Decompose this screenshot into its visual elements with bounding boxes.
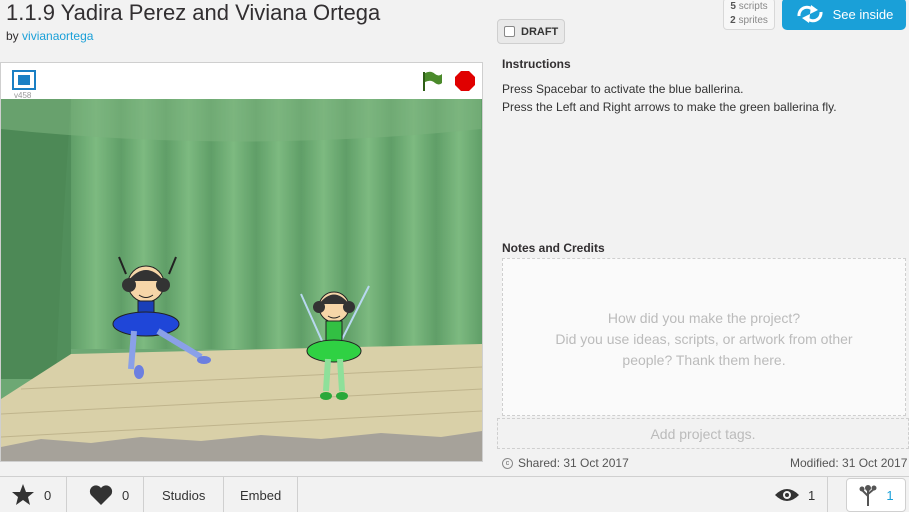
heart-icon bbox=[89, 485, 113, 505]
project-player: v458 bbox=[0, 62, 483, 462]
project-footer: 0 0 Studios Embed 1 1 bbox=[0, 476, 909, 512]
project-header: 1.1.9 Yadira Perez and Viviana Ortega by… bbox=[0, 0, 909, 48]
scripts-label: scripts bbox=[738, 1, 768, 12]
eye-icon bbox=[775, 489, 799, 501]
instructions-line: Press Spacebar to activate the blue ball… bbox=[502, 82, 744, 96]
loves-count: 0 bbox=[122, 487, 130, 503]
shared-label: Shared: 31 Oct 2017 bbox=[518, 456, 629, 470]
draft-badge[interactable]: DRAFT bbox=[497, 19, 565, 44]
remix-arrows-icon bbox=[797, 5, 823, 23]
notes-placeholder-line: people? Thank them here. bbox=[622, 352, 786, 368]
views-count: 1 bbox=[808, 487, 816, 503]
by-label: by bbox=[6, 29, 19, 43]
notes-field[interactable]: How did you make the project? Did you us… bbox=[502, 258, 906, 416]
byline: by vivianaortega bbox=[6, 29, 93, 43]
favorite-button[interactable]: 0 bbox=[10, 477, 51, 512]
favorites-count: 0 bbox=[44, 487, 52, 503]
divider bbox=[143, 477, 144, 512]
divider bbox=[66, 477, 67, 512]
notes-heading: Notes and Credits bbox=[502, 241, 605, 255]
remix-tree-button[interactable]: 1 bbox=[846, 478, 906, 512]
author-link[interactable]: vivianaortega bbox=[22, 29, 93, 43]
instructions-heading: Instructions bbox=[502, 57, 571, 71]
sprites-label: sprites bbox=[738, 15, 768, 26]
creative-commons-icon: c bbox=[502, 457, 513, 469]
draft-label: DRAFT bbox=[521, 25, 559, 38]
project-stage[interactable] bbox=[1, 99, 482, 461]
checkbox-icon bbox=[504, 26, 515, 37]
remix-tree-icon bbox=[859, 485, 877, 506]
notes-placeholder-line: Did you use ideas, scripts, or artwork f… bbox=[555, 331, 853, 347]
player-controls: v458 bbox=[1, 63, 482, 100]
stage-scene bbox=[1, 99, 482, 461]
star-icon bbox=[12, 484, 34, 505]
love-button[interactable]: 0 bbox=[88, 477, 129, 512]
project-title[interactable]: 1.1.9 Yadira Perez and Viviana Ortega bbox=[6, 0, 380, 26]
divider bbox=[827, 477, 828, 512]
remixes-count: 1 bbox=[886, 487, 894, 503]
fullscreen-icon[interactable] bbox=[12, 70, 36, 90]
see-inside-label: See inside bbox=[832, 6, 894, 22]
project-tags-field[interactable]: Add project tags. bbox=[497, 418, 909, 449]
project-counts: 5 scripts 2 sprites bbox=[723, 0, 775, 30]
notes-placeholder-line: How did you make the project? bbox=[607, 310, 801, 326]
views-counter: 1 bbox=[774, 477, 815, 512]
green-flag-icon[interactable] bbox=[421, 70, 443, 92]
scripts-count: 5 bbox=[730, 1, 736, 12]
project-page: 1.1.9 Yadira Perez and Viviana Ortega by… bbox=[0, 0, 909, 512]
divider bbox=[223, 477, 224, 512]
instructions-text[interactable]: Press Spacebar to activate the blue ball… bbox=[502, 80, 902, 116]
shared-date: c Shared: 31 Oct 2017 bbox=[502, 456, 629, 470]
stop-icon[interactable] bbox=[454, 70, 476, 92]
divider bbox=[297, 477, 298, 512]
embed-button[interactable]: Embed bbox=[240, 477, 281, 512]
see-inside-button[interactable]: See inside bbox=[782, 0, 906, 30]
studios-button[interactable]: Studios bbox=[162, 477, 205, 512]
curtain-folds bbox=[1, 99, 482, 379]
modified-date: Modified: 31 Oct 2017 bbox=[790, 456, 908, 470]
instructions-line: Press the Left and Right arrows to make … bbox=[502, 100, 837, 114]
sprites-count: 2 bbox=[730, 15, 736, 26]
